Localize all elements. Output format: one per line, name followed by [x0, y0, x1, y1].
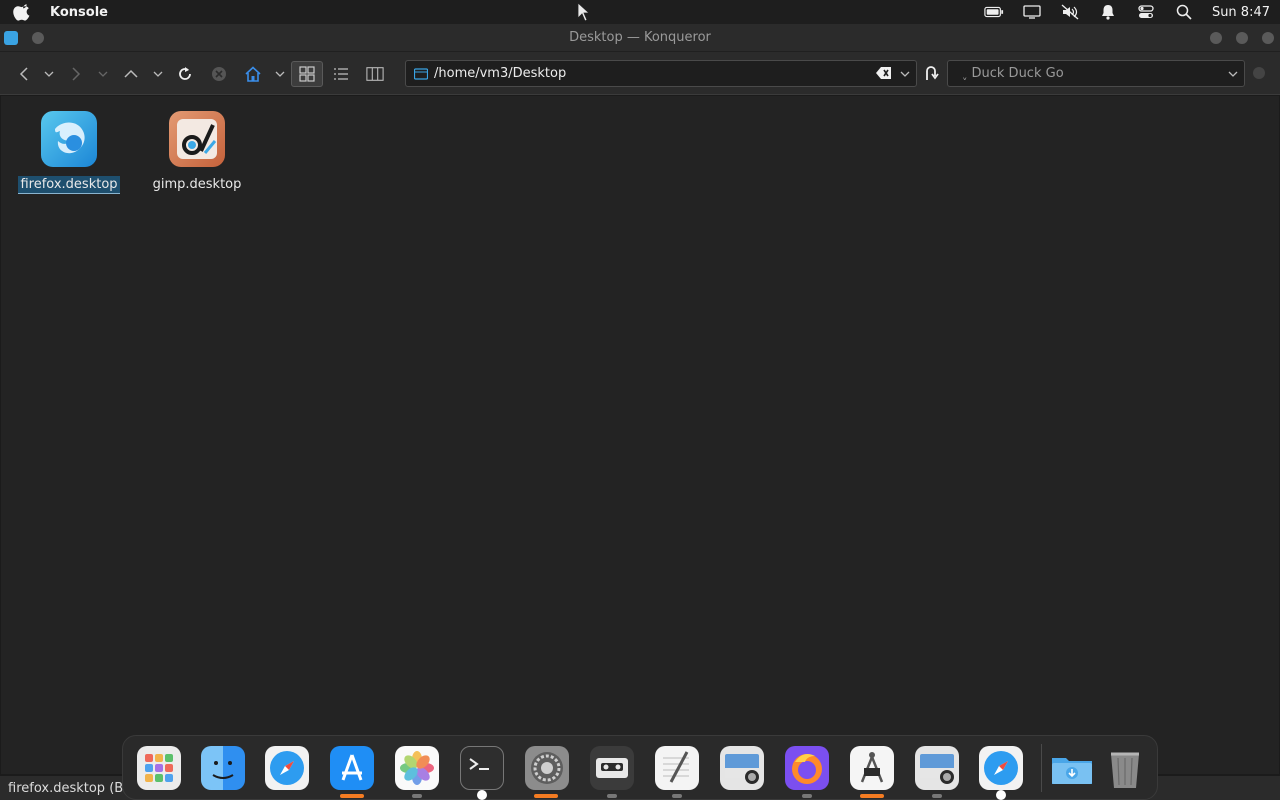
- running-indicator: [860, 794, 884, 798]
- up-dropdown[interactable]: [151, 61, 165, 87]
- running-indicator: [412, 794, 422, 798]
- reload-icon: [179, 67, 191, 80]
- dock: [122, 735, 1158, 800]
- icon-view-button[interactable]: [291, 61, 323, 87]
- file-item-firefox[interactable]: firefox.desktop: [14, 111, 124, 194]
- back-history-dropdown[interactable]: [42, 61, 56, 87]
- search-input[interactable]: Duck Duck Go: [972, 66, 1064, 81]
- notifications-icon[interactable]: [1098, 3, 1118, 21]
- chevron-down-icon: [275, 71, 285, 77]
- chevron-up-icon: [124, 69, 138, 78]
- screenshot-icon[interactable]: [720, 746, 764, 790]
- list-view-icon: [334, 68, 348, 80]
- mouse-cursor-icon: [577, 2, 591, 22]
- launchpad-icon[interactable]: [137, 746, 181, 790]
- home-button[interactable]: [241, 61, 265, 87]
- finder-icon[interactable]: [201, 746, 245, 790]
- chevron-right-icon: [72, 67, 81, 81]
- location-bar[interactable]: /home/vm3/Desktop: [405, 60, 917, 87]
- safari-2-icon[interactable]: [979, 746, 1023, 790]
- system-settings-icon[interactable]: [525, 746, 569, 790]
- running-indicator: [477, 790, 487, 800]
- folder-icon: [414, 67, 428, 80]
- file-item-gimp[interactable]: gimp.desktop: [142, 111, 252, 193]
- running-indicator: [802, 794, 812, 798]
- toolbar-extension-button[interactable]: [1253, 67, 1265, 79]
- firefox-icon[interactable]: [785, 746, 829, 790]
- app-store-icon[interactable]: [330, 746, 374, 790]
- downloads-folder-icon[interactable]: [1050, 746, 1094, 790]
- chevron-down-icon[interactable]: [1228, 69, 1238, 79]
- running-indicator: [672, 794, 682, 798]
- apple-logo-icon[interactable]: [12, 1, 34, 23]
- chevron-left-icon: [19, 67, 28, 81]
- muted-audio-icon[interactable]: [1060, 3, 1080, 21]
- go-button-icon[interactable]: [922, 64, 940, 82]
- safari-icon[interactable]: [265, 746, 309, 790]
- file-view[interactable]: firefox.desktop gimp.desktop: [1, 96, 1279, 774]
- textedit-icon[interactable]: [655, 746, 699, 790]
- status-area: Sun 8:47: [984, 0, 1270, 24]
- dock-separator: [1041, 744, 1042, 792]
- menu-clock[interactable]: Sun 8:47: [1212, 5, 1270, 20]
- search-engine-selector[interactable]: ˬ: [962, 67, 968, 80]
- running-indicator: [340, 794, 364, 798]
- clear-location-icon[interactable]: [876, 66, 892, 80]
- window-title: Desktop — Konqueror: [569, 30, 711, 45]
- stop-icon: [212, 67, 226, 81]
- close-button[interactable]: [1262, 32, 1274, 44]
- columns-view-icon: [366, 67, 384, 81]
- menu-bar: Konsole Sun 8:47: [0, 0, 1280, 24]
- home-icon: [245, 66, 261, 82]
- forward-history-dropdown[interactable]: [96, 61, 110, 87]
- reload-button[interactable]: [174, 61, 196, 87]
- details-view-button[interactable]: [330, 61, 352, 87]
- screenshot-2-icon[interactable]: [915, 746, 959, 790]
- chevron-down-icon: [153, 71, 163, 77]
- trash-icon[interactable]: [1103, 746, 1147, 790]
- firefox-desktop-file-icon: [41, 111, 97, 167]
- battery-icon[interactable]: [984, 3, 1004, 21]
- window-titlebar: Desktop — Konqueror: [0, 24, 1280, 52]
- stop-button[interactable]: [208, 61, 230, 87]
- columns-view-button[interactable]: [363, 61, 387, 87]
- home-dropdown[interactable]: [273, 61, 287, 87]
- photos-icon[interactable]: [395, 746, 439, 790]
- running-indicator: [607, 794, 617, 798]
- up-button[interactable]: [121, 61, 141, 87]
- file-name: firefox.desktop: [18, 176, 120, 194]
- active-app-name[interactable]: Konsole: [50, 5, 108, 20]
- status-text: firefox.desktop (Br: [8, 780, 129, 796]
- web-search-bar[interactable]: ˬ Duck Duck Go: [947, 60, 1245, 87]
- cassette-icon[interactable]: [590, 746, 634, 790]
- terminal-icon[interactable]: [460, 746, 504, 790]
- gimp-desktop-file-icon: [169, 111, 225, 167]
- grid-view-icon: [299, 66, 315, 82]
- file-name: gimp.desktop: [152, 177, 242, 192]
- compass-tool-icon[interactable]: [850, 746, 894, 790]
- spotlight-search-icon[interactable]: [1174, 3, 1194, 21]
- chevron-down-icon: [98, 71, 108, 77]
- chevron-down-icon[interactable]: [900, 69, 910, 79]
- location-input[interactable]: /home/vm3/Desktop: [434, 66, 566, 81]
- running-indicator: [932, 794, 942, 798]
- control-center-icon[interactable]: [1136, 3, 1156, 21]
- chevron-down-icon: [44, 71, 54, 77]
- running-indicator: [996, 790, 1006, 800]
- back-button[interactable]: [14, 61, 34, 87]
- maximize-button[interactable]: [1236, 32, 1248, 44]
- running-indicator: [534, 794, 558, 798]
- display-icon[interactable]: [1022, 3, 1042, 21]
- minimize-button[interactable]: [1210, 32, 1222, 44]
- forward-button[interactable]: [66, 61, 86, 87]
